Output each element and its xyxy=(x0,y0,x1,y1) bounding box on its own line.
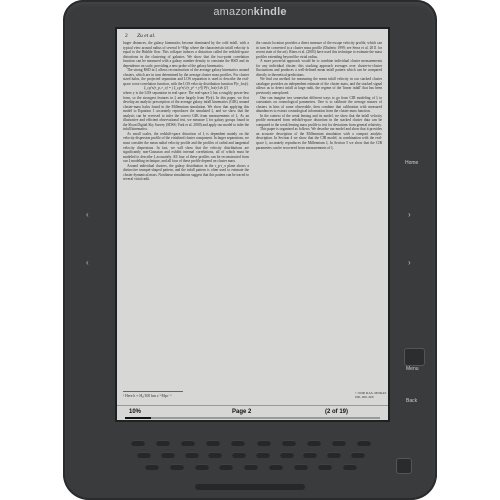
paragraph: Around individual clusters, the galaxy d… xyxy=(123,163,249,182)
keyboard-row xyxy=(131,452,371,458)
home-button[interactable]: Home xyxy=(405,160,418,166)
key[interactable] xyxy=(350,452,365,458)
reading-percent: 10% xyxy=(129,409,142,415)
key[interactable] xyxy=(169,464,184,470)
key[interactable] xyxy=(255,452,270,458)
key[interactable] xyxy=(231,440,246,446)
five-way-controller[interactable] xyxy=(396,458,412,474)
key[interactable] xyxy=(131,440,145,446)
key[interactable] xyxy=(293,464,308,470)
key[interactable] xyxy=(208,452,223,458)
next-page-right-lower-icon[interactable]: › xyxy=(408,258,411,267)
status-bar: 10% Page 2 (2 of 19) xyxy=(117,405,388,420)
key[interactable] xyxy=(256,440,271,446)
paragraph: The strong RSD in ξ allows reconstructio… xyxy=(123,68,249,86)
page-header: 2 Zu et al. xyxy=(125,33,163,39)
page-indicator: Page 2 xyxy=(232,409,252,415)
key[interactable] xyxy=(219,464,234,470)
space-bar[interactable] xyxy=(195,484,305,490)
progress-bar xyxy=(125,417,380,419)
right-text-column: the caustic location provides a direct m… xyxy=(256,41,382,399)
paragraph: We find our method for measuring the mea… xyxy=(256,77,382,96)
footnote: ¹ Here h ≡ H₀/100 km s⁻¹Mpc⁻¹ xyxy=(123,391,183,398)
keyboard-row xyxy=(131,464,371,470)
key[interactable] xyxy=(181,440,196,446)
key[interactable] xyxy=(268,464,283,470)
paragraph: A more powerful approach would be to com… xyxy=(256,59,382,77)
key[interactable] xyxy=(194,464,209,470)
left-text-column: larger distances, the galaxy kinematics … xyxy=(123,41,249,399)
key[interactable] xyxy=(160,452,175,458)
key[interactable] xyxy=(244,464,258,470)
key[interactable] xyxy=(331,440,346,446)
key[interactable] xyxy=(303,452,318,458)
menu-button[interactable] xyxy=(404,348,425,366)
prev-page-left-lower-icon[interactable]: ‹ xyxy=(86,258,89,267)
prev-page-left-upper-icon[interactable]: ‹ xyxy=(86,210,89,219)
progress-fill xyxy=(125,417,151,419)
key[interactable] xyxy=(356,440,371,446)
page-number: 2 xyxy=(125,33,128,39)
next-page-right-upper-icon[interactable]: › xyxy=(408,210,411,219)
paragraph: where y is the LOS separation in real sp… xyxy=(123,91,249,132)
paragraph: As small scales, the redshift-space dist… xyxy=(123,131,249,164)
key[interactable] xyxy=(184,452,199,458)
paragraph: larger distances, the galaxy kinematics … xyxy=(123,41,249,68)
key[interactable] xyxy=(137,452,151,458)
key[interactable] xyxy=(206,440,221,446)
paragraph: One can imagine two somewhat different w… xyxy=(256,95,382,114)
key[interactable] xyxy=(318,464,333,470)
copyright-line: © 0000 RAS, MNRAS 000, 000–000 xyxy=(355,391,387,399)
key[interactable] xyxy=(306,440,321,446)
running-author: Zu et al. xyxy=(137,33,156,39)
location-indicator: (2 of 19) xyxy=(325,409,349,415)
paragraph: In the context of the weak lensing and i… xyxy=(256,113,382,127)
e-ink-screen[interactable]: 2 Zu et al. larger distances, the galaxy… xyxy=(115,27,390,422)
brand-logo: amazonkindle xyxy=(213,6,287,18)
keyboard xyxy=(131,440,371,476)
key[interactable] xyxy=(156,440,171,446)
key[interactable] xyxy=(343,464,357,470)
key[interactable] xyxy=(279,452,294,458)
keyboard-row xyxy=(131,440,371,446)
paragraph: the caustic location provides a direct m… xyxy=(256,41,382,59)
paragraph: This paper is organized as follows. We d… xyxy=(256,127,382,150)
key[interactable] xyxy=(281,440,296,446)
key[interactable] xyxy=(232,452,247,458)
back-button[interactable]: Back xyxy=(406,398,417,404)
key[interactable] xyxy=(145,464,159,470)
key[interactable] xyxy=(327,452,342,458)
menu-label: Menu xyxy=(406,366,419,372)
